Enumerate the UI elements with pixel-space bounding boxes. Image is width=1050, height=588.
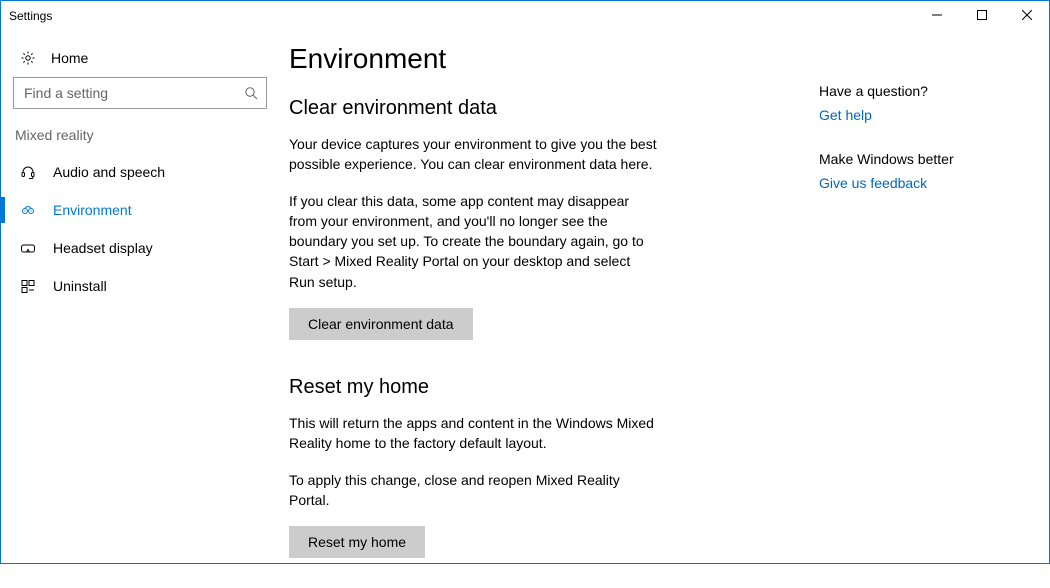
section-title-clear-environment-data: Clear environment data — [289, 97, 809, 120]
sidebar-item-label: Uninstall — [53, 278, 107, 294]
clear-environment-data-button[interactable]: Clear environment data — [289, 308, 473, 340]
main-content: Environment Clear environment data Your … — [289, 43, 809, 563]
body-text: If you clear this data, some app content… — [289, 191, 659, 292]
sidebar: Home Mixed reality Audio and speech — [1, 31, 281, 563]
environment-icon — [19, 201, 37, 219]
give-feedback-link[interactable]: Give us feedback — [819, 175, 1029, 191]
sidebar-item-label: Environment — [53, 202, 132, 218]
category-label: Mixed reality — [1, 127, 281, 153]
sidebar-item-environment[interactable]: Environment — [1, 191, 281, 229]
page-title: Environment — [289, 43, 809, 75]
get-help-link[interactable]: Get help — [819, 107, 1029, 123]
home-link[interactable]: Home — [1, 43, 281, 77]
nav: Audio and speech Environment Headset dis… — [1, 153, 281, 305]
section-title-reset-my-home: Reset my home — [289, 376, 809, 399]
window-title: Settings — [9, 9, 52, 23]
body-text: To apply this change, close and reopen M… — [289, 470, 659, 511]
aside: Have a question? Get help Make Windows b… — [809, 43, 1029, 563]
body-text: Your device captures your environment to… — [289, 134, 659, 175]
home-label: Home — [51, 50, 88, 66]
uninstall-icon — [19, 277, 37, 295]
maximize-icon — [977, 9, 987, 23]
search-box[interactable] — [13, 77, 267, 109]
headset-icon — [19, 163, 37, 181]
sidebar-item-uninstall[interactable]: Uninstall — [1, 267, 281, 305]
aside-feedback-heading: Make Windows better — [819, 151, 1029, 167]
body-text: This will return the apps and content in… — [289, 413, 659, 454]
aside-question-heading: Have a question? — [819, 83, 1029, 99]
vr-headset-icon — [19, 239, 37, 257]
sidebar-item-headset-display[interactable]: Headset display — [1, 229, 281, 267]
reset-my-home-button[interactable]: Reset my home — [289, 526, 425, 558]
titlebar: Settings — [1, 1, 1049, 31]
close-icon — [1022, 9, 1032, 23]
close-button[interactable] — [1004, 1, 1049, 31]
minimize-button[interactable] — [914, 1, 959, 31]
window-controls — [914, 1, 1049, 31]
sidebar-item-audio-and-speech[interactable]: Audio and speech — [1, 153, 281, 191]
search-icon — [236, 86, 266, 100]
search-input[interactable] — [14, 78, 236, 108]
sidebar-item-label: Audio and speech — [53, 164, 165, 180]
maximize-button[interactable] — [959, 1, 1004, 31]
home-gear-icon — [19, 49, 37, 67]
sidebar-item-label: Headset display — [53, 240, 153, 256]
minimize-icon — [932, 9, 942, 23]
